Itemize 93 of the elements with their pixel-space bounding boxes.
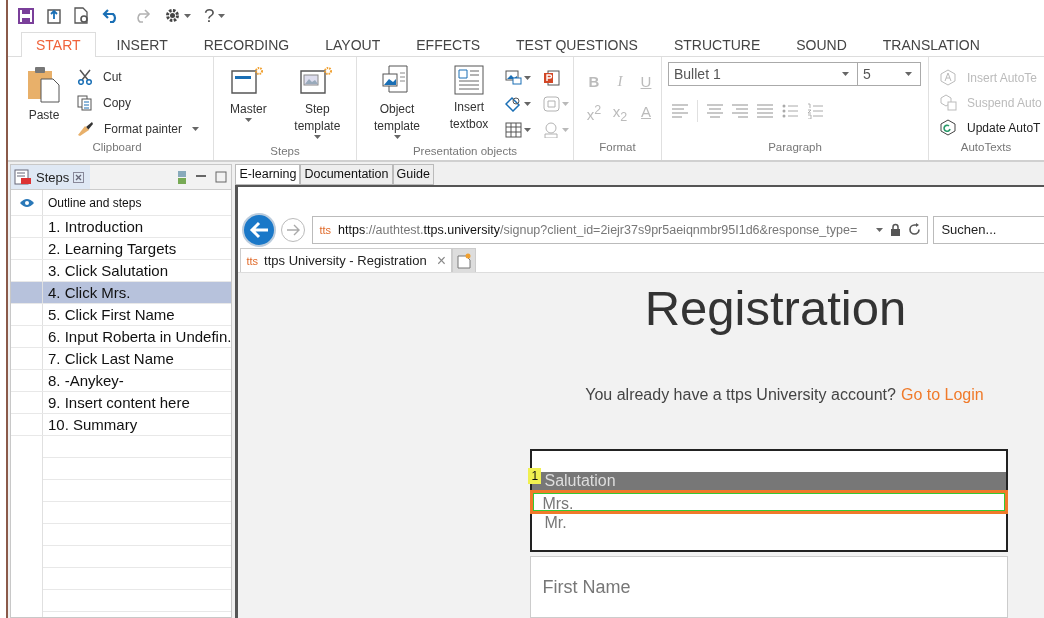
style-dropdown[interactable]: Bullet 1: [668, 62, 858, 86]
group-label: Steps: [269, 145, 301, 159]
help-button[interactable]: ?: [204, 4, 225, 27]
step-row[interactable]: 6. Input Roberta in Undefin.: [11, 326, 232, 348]
image-sparkle-icon[interactable]: [300, 65, 335, 97]
new-page-icon[interactable]: [457, 252, 471, 269]
caret-icon[interactable]: [393, 135, 401, 139]
new-tab-button[interactable]: [452, 248, 476, 272]
site-icon: tts: [319, 223, 332, 236]
caret-icon[interactable]: [217, 13, 225, 18]
insert-textbox-button[interactable]: Insert textbox: [433, 63, 505, 145]
dropdown-arrow-icon[interactable]: [905, 72, 912, 76]
copy-button[interactable]: Copy: [77, 92, 200, 113]
caret-icon[interactable]: [524, 76, 531, 80]
document-tab[interactable]: E-learning: [235, 164, 301, 185]
step-row[interactable]: 8. -Anykey-: [11, 370, 232, 392]
lock-icon[interactable]: [890, 223, 902, 236]
url-text: https://authtest.ttps.university/signup?client_id=2iejr37s9pr5aeiqnmbr95I1d6&response_type=: [338, 222, 859, 237]
view-icon[interactable]: [177, 169, 188, 185]
back-button[interactable]: [242, 212, 277, 247]
caret-icon[interactable]: [524, 102, 531, 106]
step-row[interactable]: 7. Click Last Name: [11, 348, 232, 370]
document-tab[interactable]: Guide: [392, 164, 434, 185]
cut-button[interactable]: Cut: [77, 66, 200, 87]
search-field[interactable]: Suchen...: [933, 215, 1044, 244]
page-heading: Registration: [644, 280, 907, 336]
ribbon-tab[interactable]: INSERT: [101, 32, 183, 57]
ribbon-tab[interactable]: LAYOUT: [310, 32, 396, 57]
list-option[interactable]: Mrs.: [530, 490, 1009, 514]
step-row[interactable]: 2. Learning Targets: [11, 238, 232, 260]
close-icon[interactable]: [73, 171, 85, 183]
group-label: AutoTexts: [959, 141, 1013, 155]
dropdown-arrow-icon[interactable]: [876, 227, 884, 232]
table-icon[interactable]: [505, 122, 522, 138]
address-bar[interactable]: tts https://authtest.ttps.university/signup?client_id=2iejr37s9pr5aeiqnmbr95I1d6&response_type=: [312, 215, 929, 244]
ribbon-tab[interactable]: TRANSLATION: [867, 32, 995, 57]
eye-icon[interactable]: [18, 197, 35, 208]
step-row[interactable]: 9. Insert content here: [11, 392, 232, 414]
step-row[interactable]: 4. Click Mrs.: [11, 282, 232, 304]
shapes-icon[interactable]: [505, 96, 522, 112]
brush-icon[interactable]: [77, 120, 94, 137]
group-label: Presentation objects: [411, 145, 519, 159]
image-monitor-icon[interactable]: [505, 70, 522, 86]
step-template-button[interactable]: Step template: [278, 63, 356, 145]
steps-tab[interactable]: Steps: [11, 165, 91, 189]
group-label: Format: [598, 141, 637, 155]
format-painter-button[interactable]: Format painter: [77, 118, 200, 139]
dropdown-arrow-icon[interactable]: [842, 72, 849, 76]
document-settings-icon[interactable]: [74, 7, 89, 24]
maximize-icon[interactable]: [215, 171, 228, 183]
presentation-icon[interactable]: [543, 70, 560, 86]
caret-icon[interactable]: [184, 13, 191, 18]
settings-button[interactable]: [164, 7, 191, 24]
paste-button[interactable]: Paste: [21, 63, 67, 141]
caret-icon[interactable]: [192, 126, 200, 131]
caret-icon[interactable]: [244, 118, 252, 122]
hexagon-refresh-icon[interactable]: [940, 119, 957, 136]
close-tab-button[interactable]: ×: [436, 251, 446, 270]
caret-icon[interactable]: [524, 128, 531, 132]
list-option[interactable]: Mr.: [532, 514, 1007, 532]
clipboard-icon[interactable]: [27, 65, 61, 103]
ribbon-tab[interactable]: TEST QUESTIONS: [501, 32, 653, 57]
save-icon[interactable]: [18, 7, 34, 24]
master-button[interactable]: Master: [224, 63, 273, 145]
browser-tab[interactable]: tts ttps University - Registration ×: [240, 248, 452, 272]
step-row[interactable]: 1. Introduction: [11, 216, 232, 238]
column-header: Outline and steps: [47, 195, 142, 212]
scissors-icon[interactable]: [77, 68, 93, 85]
group-label: Clipboard: [91, 141, 143, 155]
first-name-field[interactable]: First Name: [530, 556, 1009, 618]
document-tab[interactable]: Documentation: [300, 164, 393, 185]
refresh-icon[interactable]: [908, 223, 922, 236]
group-label: Paragraph: [767, 141, 823, 155]
ribbon-tab[interactable]: RECORDING: [188, 32, 305, 57]
step-row[interactable]: 5. Click First Name: [11, 304, 232, 326]
ribbon-tab[interactable]: SOUND: [781, 32, 862, 57]
ribbon-tab[interactable]: EFFECTS: [401, 32, 496, 57]
arrow-left-icon[interactable]: [249, 220, 270, 239]
object-template-button[interactable]: Object template: [361, 63, 433, 145]
window-sparkle-icon[interactable]: [231, 65, 266, 97]
gear-icon[interactable]: [164, 7, 181, 24]
textbox-icon[interactable]: [454, 65, 484, 95]
upload-icon[interactable]: [47, 7, 61, 24]
autotext-button[interactable]: Update AutoT: [940, 117, 1042, 138]
caret-icon[interactable]: [313, 135, 321, 139]
ribbon-tab[interactable]: STRUCTURE: [658, 32, 776, 57]
copy-icon[interactable]: [77, 94, 93, 111]
step-marker: 1: [528, 468, 542, 484]
salutation-list[interactable]: Salutation Mrs. Mr. 1: [530, 449, 1009, 553]
size-dropdown[interactable]: 5: [858, 62, 921, 86]
site-icon: tts: [246, 254, 259, 267]
account-prompt: You already have a ttps University account?: [585, 386, 896, 403]
list-icon[interactable]: [14, 169, 32, 185]
